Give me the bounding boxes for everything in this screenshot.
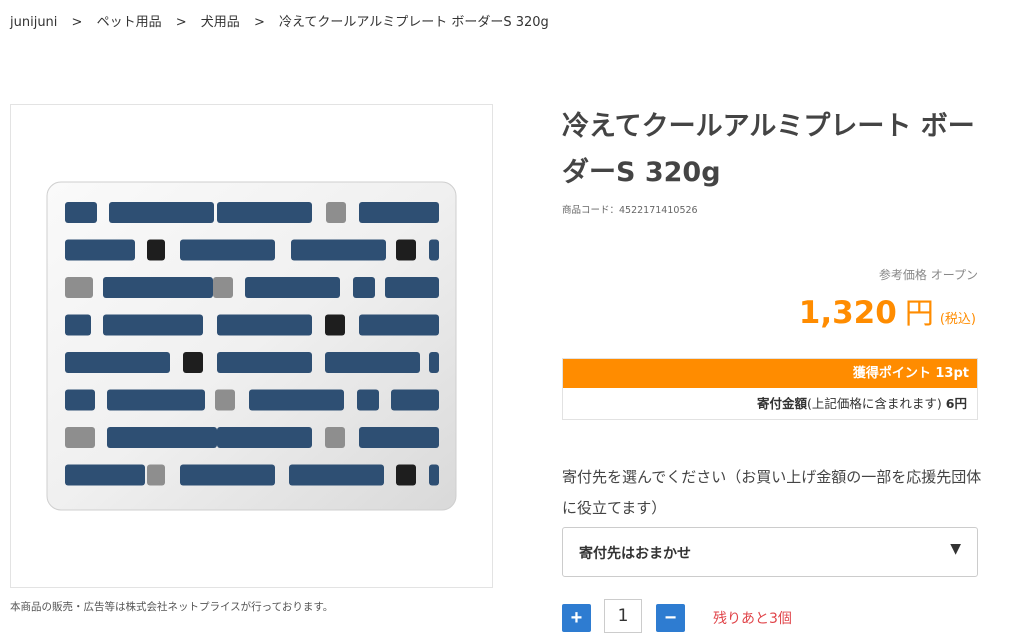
plate-slot xyxy=(180,464,275,486)
image-caption: 本商品の販売・広告等は株式会社ネットプライスが行っております。 xyxy=(10,601,334,613)
breadcrumb: junijuni > ペット用品 > 犬用品 > 冷えてクールアルミプレート ボ… xyxy=(10,11,549,30)
donation-label: 寄付金額 xyxy=(757,396,808,411)
plate-slot xyxy=(289,464,384,486)
breadcrumb-separator: > xyxy=(71,15,83,30)
price-amount: 1,320 xyxy=(798,295,897,331)
plate-slot xyxy=(65,464,145,486)
plate-slot xyxy=(217,352,312,373)
quantity-increase-button[interactable]: + xyxy=(562,604,591,632)
plate-slot xyxy=(107,389,205,411)
donation-select-value: 寄付先はおまかせ xyxy=(579,546,691,562)
plate-slot xyxy=(325,314,345,336)
plate-slot xyxy=(359,202,439,223)
plate-slot xyxy=(245,277,340,298)
plate-slot xyxy=(357,389,379,411)
price-tax-note: (税込) xyxy=(939,312,976,327)
reference-price: 参考価格 オープン xyxy=(878,268,978,282)
breadcrumb-separator: > xyxy=(175,15,187,30)
plate-slot xyxy=(65,352,170,373)
plate-slot xyxy=(180,239,275,261)
plate-slot xyxy=(396,464,416,486)
price: 1,320 円 (税込) xyxy=(799,290,976,332)
plate-slot xyxy=(325,427,345,448)
plate-slot xyxy=(326,202,346,223)
plate-slot xyxy=(359,314,439,336)
caret-down-icon: ▼ xyxy=(950,541,961,557)
plate-slot xyxy=(103,314,203,336)
plate-slot xyxy=(65,427,95,448)
plate-slot xyxy=(215,389,235,411)
plate-slot xyxy=(147,464,165,486)
donation-note: (上記価格に含まれます) xyxy=(807,396,942,411)
plate-slot xyxy=(65,389,95,411)
breadcrumb-dog-supplies[interactable]: 犬用品 xyxy=(201,15,240,30)
plate-slot xyxy=(217,314,312,336)
plate-slot xyxy=(291,239,386,261)
plate-slot xyxy=(217,202,312,223)
product-title: 冷えてクールアルミプレート ボーダーS 320g xyxy=(562,111,975,188)
quantity-decrease-button[interactable]: − xyxy=(656,604,685,632)
quantity-input[interactable] xyxy=(604,599,642,633)
plate-slot xyxy=(213,277,233,298)
plate-slot xyxy=(183,352,203,373)
breadcrumb-separator: > xyxy=(253,15,265,30)
product-image-aluminum-plate xyxy=(46,181,457,511)
breadcrumb-current: 冷えてクールアルミプレート ボーダーS 320g xyxy=(279,15,549,30)
plate-slot xyxy=(65,314,91,336)
product-code: 商品コード：4522171410526 xyxy=(562,205,698,216)
plate-slot xyxy=(429,464,439,486)
plate-slot xyxy=(249,389,344,411)
plate-slot xyxy=(109,202,214,223)
plate-slot xyxy=(429,352,439,373)
plate-slot xyxy=(391,389,439,411)
plate-slot xyxy=(65,277,93,298)
price-currency: 円 xyxy=(904,296,934,330)
plate-slot xyxy=(396,239,416,261)
donation-amount: 寄付金額(上記価格に含まれます) 6円 xyxy=(563,388,977,419)
plate-slot xyxy=(353,277,375,298)
plate-slot xyxy=(429,239,439,261)
points-box: 獲得ポイント 13pt 寄付金額(上記価格に含まれます) 6円 xyxy=(562,358,978,420)
donation-select-prompt: 寄付先を選んでください（お買い上げ金額の一部を応援先団体に役立てます） xyxy=(562,468,982,517)
plate-slot xyxy=(65,239,135,261)
plate-slot xyxy=(103,277,213,298)
plate-slot xyxy=(147,239,165,261)
breadcrumb-home[interactable]: junijuni xyxy=(10,15,57,30)
plate-slot xyxy=(359,427,439,448)
donation-select[interactable]: 寄付先はおまかせ ▼ xyxy=(562,527,978,577)
plate-slot xyxy=(385,277,439,298)
breadcrumb-pet-supplies[interactable]: ペット用品 xyxy=(97,15,162,30)
plate-slot xyxy=(65,202,97,223)
plate-slot xyxy=(107,427,217,448)
earned-points: 獲得ポイント 13pt xyxy=(563,359,977,388)
plate-slot xyxy=(217,427,312,448)
stock-remaining: 残りあと3個 xyxy=(713,611,792,627)
plate-slot xyxy=(325,352,420,373)
donation-value: 6円 xyxy=(945,396,967,411)
